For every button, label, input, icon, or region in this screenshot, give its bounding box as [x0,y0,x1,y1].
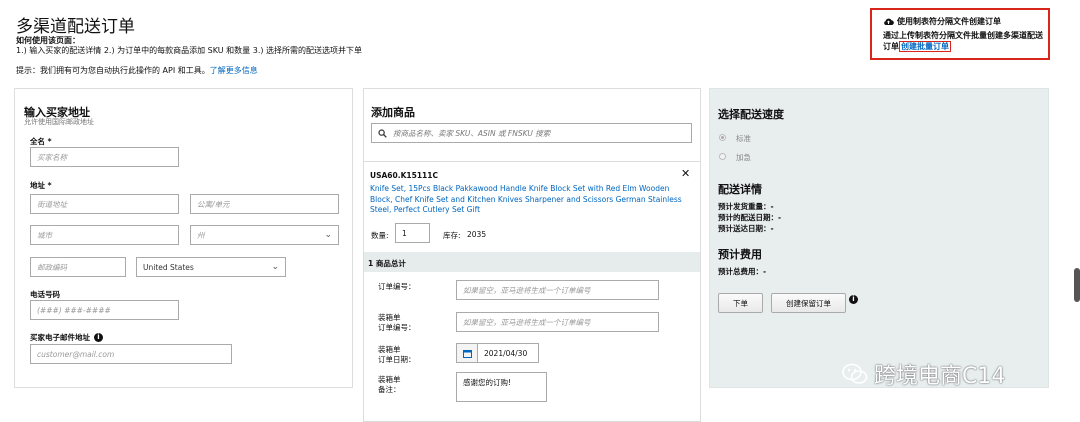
stock-value: 2035 [467,230,487,239]
packslip-note-label-2: 备注： [378,385,401,394]
scrollbar-handle[interactable] [1074,268,1080,302]
total-fee-label: 预计总费用：- [718,267,767,276]
total-label: 1 商品总计 [368,259,406,268]
info-icon[interactable]: i [849,295,858,304]
stock-label: 库存: [443,231,461,240]
bulk-order-desc: 通过上传制表符分隔文件批量创建多渠道配送订单 创建批量订单 [883,30,1045,52]
search-icon [378,128,387,138]
item-title-link[interactable]: Knife Set, 15Pcs Black Pakkawood Handle … [370,184,688,216]
apt-input[interactable]: 公寓/单元 [190,194,339,214]
fees-heading: 预计费用 [718,248,762,261]
phone-input[interactable]: (###) ###-#### [30,300,179,320]
info-icon[interactable]: i [94,333,103,342]
close-icon[interactable]: ✕ [681,167,690,180]
learn-more-link[interactable]: 了解更多信息 [210,66,258,75]
packslip-date-input[interactable]: 2021/04/30 [456,343,539,363]
create-bulk-order-link[interactable]: 创建批量订单 [899,41,951,52]
bulk-order-title-text: 使用制表符分隔文件创建订单 [897,17,1001,26]
radio-standard[interactable] [719,134,726,141]
fullname-input[interactable]: 买家名称 [30,147,179,167]
hint: 提示：我们拥有可为您自动执行此操作的 API 和工具。了解更多信息 [16,65,258,76]
state-select[interactable]: 州 ⌄ [190,225,339,245]
arrival-label: 预计送达日期：- [718,224,774,233]
zip-input[interactable]: 邮政编码 [30,257,126,277]
place-order-button[interactable]: 下单 [718,293,763,313]
city-input[interactable]: 城市 [30,225,179,245]
buyer-address-subheading: 允许使用国际邮政地址 [24,118,94,126]
order-id-label: 订单编号： [378,282,416,291]
total-bar [364,252,700,272]
state-select-value: 州 [197,230,205,240]
option-expedited-label: 加急 [736,153,751,162]
shipping-details-heading: 配送详情 [718,183,762,196]
cloud-upload-icon [884,18,894,26]
radio-expedited[interactable] [719,153,726,160]
street-input[interactable]: 街道地址 [30,194,179,214]
wechat-icon [842,363,868,384]
email-label: 买家电子邮件地址 i [30,332,103,343]
product-search-placeholder: 按商品名称、卖家 SKU、ASIN 或 FNSKU 搜索 [393,128,551,138]
item-sku: USA60.K15111C [370,171,438,180]
qty-label: 数量: [371,231,389,240]
shipping-speed-panel [709,88,1049,388]
packslip-id-label-2: 订单编号： [378,323,416,332]
email-label-text: 买家电子邮件地址 [30,333,90,342]
fullname-label: 全名 * [30,137,52,146]
chevron-down-icon: ⌄ [271,262,279,272]
chevron-down-icon: ⌄ [324,230,332,240]
divider [364,161,700,162]
add-products-heading: 添加商品 [371,106,415,119]
hint-text: 提示：我们拥有可为您自动执行此操作的 API 和工具。 [16,66,210,75]
country-select[interactable]: United States ⌄ [136,257,286,277]
create-hold-order-button[interactable]: 创建保留订单 [771,293,846,313]
ship-date-label: 预计的配送日期：- [718,213,782,222]
packslip-date-label-2: 订单日期： [378,355,416,364]
packslip-date-value: 2021/04/30 [484,348,528,358]
option-standard-label: 标准 [736,134,751,143]
product-search-input[interactable]: 按商品名称、卖家 SKU、ASIN 或 FNSKU 搜索 [371,123,692,143]
packslip-id-input[interactable]: 如果留空，亚马逊将生成一个订单编号 [456,312,659,332]
country-select-value: United States [143,262,194,272]
howto-text: 1.) 输入买家的配送详情 2.) 为订单中的每款商品添加 SKU 和数量 3.… [16,46,363,55]
address-label: 地址 * [30,181,52,190]
watermark: 跨境电商C14 [842,358,1005,390]
page-title: 多渠道配送订单 [16,17,135,37]
calendar-icon[interactable] [457,344,478,362]
bulk-order-title: 使用制表符分隔文件创建订单 [883,16,1001,27]
watermark-text: 跨境电商C14 [874,364,1006,389]
packslip-note-textarea[interactable]: 感谢您的订购! [456,372,547,402]
email-input[interactable]: customer@mail.com [30,344,232,364]
phone-label: 电话号码 [30,290,60,299]
weight-label: 预计发货重量：- [718,202,774,211]
qty-input[interactable]: 1 [395,223,430,243]
shipping-speed-heading: 选择配送速度 [718,108,784,121]
order-id-input[interactable]: 如果留空，亚马逊将生成一个订单编号 [456,280,659,300]
